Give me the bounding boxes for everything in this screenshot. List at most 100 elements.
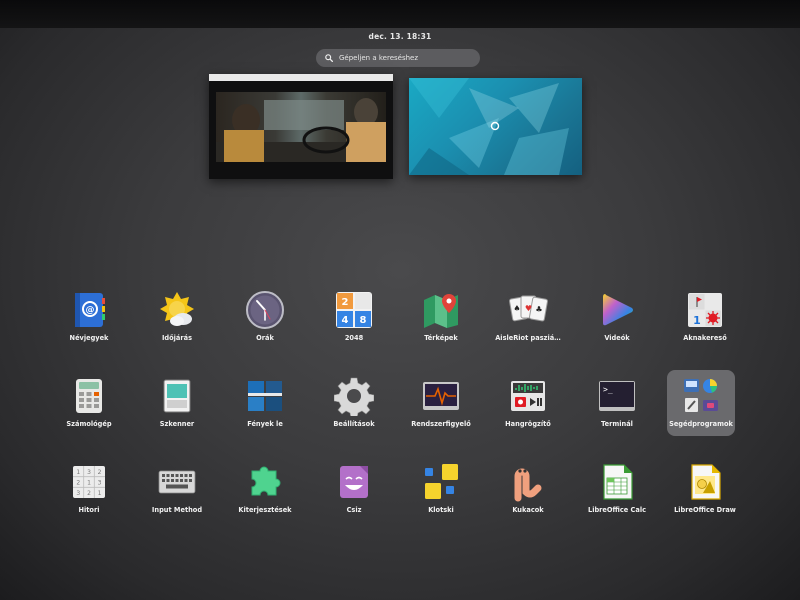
app-clocks[interactable]: Órák — [229, 286, 301, 352]
app-scanner[interactable]: Szkenner — [141, 372, 213, 438]
svg-text:♣: ♣ — [535, 305, 542, 314]
app-label: Számológép — [66, 420, 112, 428]
video-window-preview — [216, 92, 386, 162]
app-label: Csiz — [346, 506, 362, 514]
svg-text:1: 1 — [98, 490, 102, 497]
worm-icon — [514, 468, 542, 502]
svg-text:1: 1 — [76, 469, 80, 476]
svg-text:4: 4 — [342, 315, 349, 326]
cards-icon: ♥ ♠ ♣ — [509, 295, 548, 322]
video-frame-image — [216, 98, 386, 162]
app-label: Segédprogramok — [669, 420, 733, 428]
libreoffice-calc-icon — [603, 464, 633, 500]
workspace-thumbnail-1[interactable] — [209, 74, 393, 179]
sound-recorder-icon — [511, 381, 545, 411]
app-lightsoff[interactable]: Fények le — [229, 372, 301, 438]
app-label: Hangrögzítő — [505, 420, 551, 428]
app-label: Térképek — [424, 334, 458, 342]
app-libreoffice-calc[interactable]: LibreOffice Calc — [581, 458, 653, 524]
app-label: Kiterjesztések — [238, 506, 292, 514]
scanner-icon — [163, 379, 191, 413]
app-label: Szkenner — [159, 420, 195, 428]
app-label: Kukacok — [512, 506, 544, 514]
app-label: Órák — [256, 334, 274, 342]
search-input[interactable] — [339, 54, 469, 62]
app-label: Hitori — [78, 506, 100, 514]
clock-icon — [246, 291, 284, 329]
svg-text:8: 8 — [360, 315, 367, 326]
svg-text:♠: ♠ — [513, 304, 520, 313]
app-contacts[interactable]: @ Névjegyek — [53, 286, 125, 352]
terminal-icon: >_ — [599, 381, 635, 411]
app-csiz[interactable]: Csiz — [318, 458, 390, 524]
app-folder-utilities[interactable]: Segédprogramok — [665, 372, 737, 438]
desktop-wallpaper-image — [409, 78, 569, 175]
system-monitor-icon — [423, 382, 459, 410]
game-2048-icon: 2 4 8 — [336, 292, 372, 328]
app-label: Névjegyek — [69, 334, 109, 342]
klotski-icon — [425, 464, 458, 499]
window-titlebar — [209, 74, 393, 81]
app-hitori[interactable]: 132 213 321 Hitori — [53, 458, 125, 524]
app-label: Terminál — [601, 420, 633, 428]
app-terminal[interactable]: >_ Terminál — [581, 372, 653, 438]
app-label: Aknakereső — [683, 334, 727, 342]
app-input-method[interactable]: Input Method — [141, 458, 213, 524]
svg-text:3: 3 — [76, 490, 80, 497]
app-settings[interactable]: Beállítások — [318, 372, 390, 438]
app-label: Videók — [604, 334, 630, 342]
libreoffice-draw-icon — [691, 464, 721, 500]
svg-text:2: 2 — [98, 469, 102, 476]
svg-text:1: 1 — [87, 480, 91, 487]
hitori-icon: 132 213 321 — [73, 466, 105, 498]
app-label: Időjárás — [161, 334, 193, 342]
app-system-monitor[interactable]: Rendszerfigyelő — [405, 372, 477, 438]
app-maps[interactable]: Térképek — [405, 286, 477, 352]
app-klotski[interactable]: Klotski — [405, 458, 477, 524]
app-label: Rendszerfigyelő — [411, 420, 471, 428]
utilities-folder-icon — [684, 379, 718, 412]
svg-text:1: 1 — [693, 314, 701, 327]
app-label: LibreOffice Draw — [674, 506, 736, 514]
csiz-face-icon — [340, 466, 368, 498]
app-label: LibreOffice Calc — [588, 506, 646, 514]
settings-gear-icon — [334, 377, 374, 416]
app-mines[interactable]: 1 Aknakereső — [669, 286, 741, 352]
search-icon — [325, 54, 333, 62]
search-bar[interactable] — [316, 49, 480, 67]
app-label: Input Method — [151, 506, 203, 514]
app-label: Beállítások — [333, 420, 375, 428]
svg-text:2: 2 — [87, 490, 91, 497]
keyboard-icon — [158, 470, 196, 494]
svg-text:@: @ — [86, 306, 95, 316]
app-label: AisleRiot pasziá… — [495, 334, 561, 342]
app-label: 2048 — [344, 334, 364, 342]
videos-icon — [603, 294, 633, 326]
svg-text:♥: ♥ — [525, 304, 532, 313]
app-extensions[interactable]: Kiterjesztések — [229, 458, 301, 524]
svg-text:2: 2 — [342, 297, 349, 308]
app-weather[interactable]: Időjárás — [141, 286, 213, 352]
workspace-thumbnail-2[interactable] — [409, 78, 582, 175]
weather-icon — [160, 292, 194, 326]
svg-text:3: 3 — [87, 469, 91, 476]
calculator-icon — [76, 379, 102, 413]
contacts-icon: @ — [75, 293, 105, 327]
mines-icon: 1 — [688, 293, 722, 327]
lightsoff-icon — [248, 381, 282, 411]
app-label: Klotski — [428, 506, 454, 514]
svg-text:3: 3 — [98, 480, 102, 487]
app-worms[interactable]: Kukacok — [492, 458, 564, 524]
svg-text:2: 2 — [76, 480, 80, 487]
app-libreoffice-draw[interactable]: LibreOffice Draw — [669, 458, 741, 524]
clock-label[interactable]: dec. 13. 18:31 — [369, 32, 432, 41]
app-calculator[interactable]: Számológép — [53, 372, 125, 438]
app-2048[interactable]: 2 4 8 2048 — [318, 286, 390, 352]
top-bar: dec. 13. 18:31 — [0, 24, 800, 42]
svg-text:>_: >_ — [603, 385, 613, 394]
maps-icon — [424, 294, 458, 328]
app-aisleriot[interactable]: ♥ ♠ ♣ AisleRiot pasziá… — [492, 286, 564, 352]
app-label: Fények le — [247, 420, 283, 428]
app-videos[interactable]: Videók — [581, 286, 653, 352]
app-sound-recorder[interactable]: Hangrögzítő — [492, 372, 564, 438]
